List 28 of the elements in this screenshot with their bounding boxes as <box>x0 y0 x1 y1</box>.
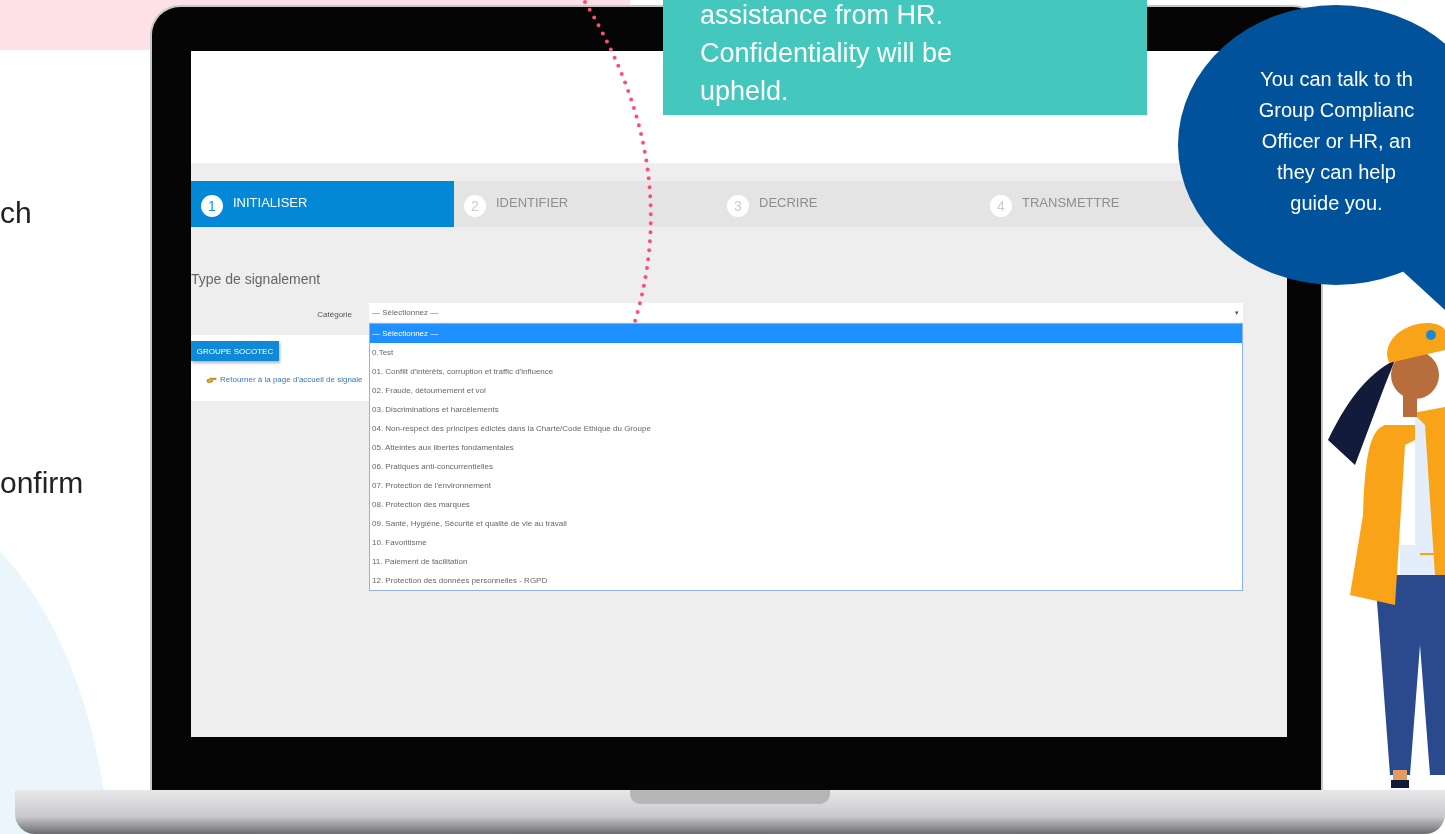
callout-text: assistance from HR. Confidentiality will be upheld. <box>700 0 954 108</box>
dropdown-option[interactable]: 0.Test <box>370 343 1242 362</box>
dropdown-option[interactable]: 11. Paiement de facilitation <box>370 552 1242 571</box>
dropdown-option[interactable]: 05. Atteintes aux libertés fondamentales <box>370 438 1242 457</box>
dropdown-option[interactable]: 07. Protection de l'environnement <box>370 476 1242 495</box>
dropdown-option[interactable]: 01. Conflit d'intérêts, corruption et traffic d'influence <box>370 362 1242 381</box>
dropdown-option[interactable]: 03. Discriminations et harcèlements <box>370 400 1242 419</box>
speech-bubble-text: You can talk to th Group Complianc Officer or HR, an they can help guide you. <box>1257 67 1416 216</box>
dropdown-option[interactable]: 06. Pratiques anti-concurrentielles <box>370 457 1242 476</box>
step-label: IDENTIFIER <box>496 195 569 211</box>
dropdown-option[interactable]: 04. Non-respect des principes édictés dans la Charte/Code Ethique du Groupe <box>370 419 1242 438</box>
field-label: Catégorie <box>317 310 352 319</box>
step-label: DECRIRE <box>759 195 818 211</box>
dropdown-option[interactable]: 10. Favoritisme <box>370 533 1242 552</box>
dropdown-option[interactable]: 08. Protection des marques <box>370 495 1242 514</box>
pointing-hand-icon <box>206 375 217 384</box>
dropdown-option[interactable]: 12. Protection des données personnelles - RGPD <box>370 571 1242 590</box>
step-tab[interactable]: 1 INITIALISER <box>191 181 454 227</box>
group-button[interactable]: GROUPE SOCOTEC <box>191 341 279 361</box>
home-link[interactable]: Retourner à la page d'accueil de signale <box>220 375 363 384</box>
step-label: INITIALISER <box>233 195 308 211</box>
section-title: Type de signalement <box>191 271 322 287</box>
body-text: onfirm <box>0 466 84 500</box>
step-label: TRANSMETTRE <box>1022 195 1120 211</box>
body-text: ch <box>0 196 32 230</box>
dropdown-option[interactable]: 02. Fraude, détournement et vol <box>370 381 1242 400</box>
dropdown-option[interactable]: 09. Santé, Hygiène, Sécurité et qualité de vie au travail <box>370 514 1242 533</box>
step-number: 1 <box>201 195 223 217</box>
